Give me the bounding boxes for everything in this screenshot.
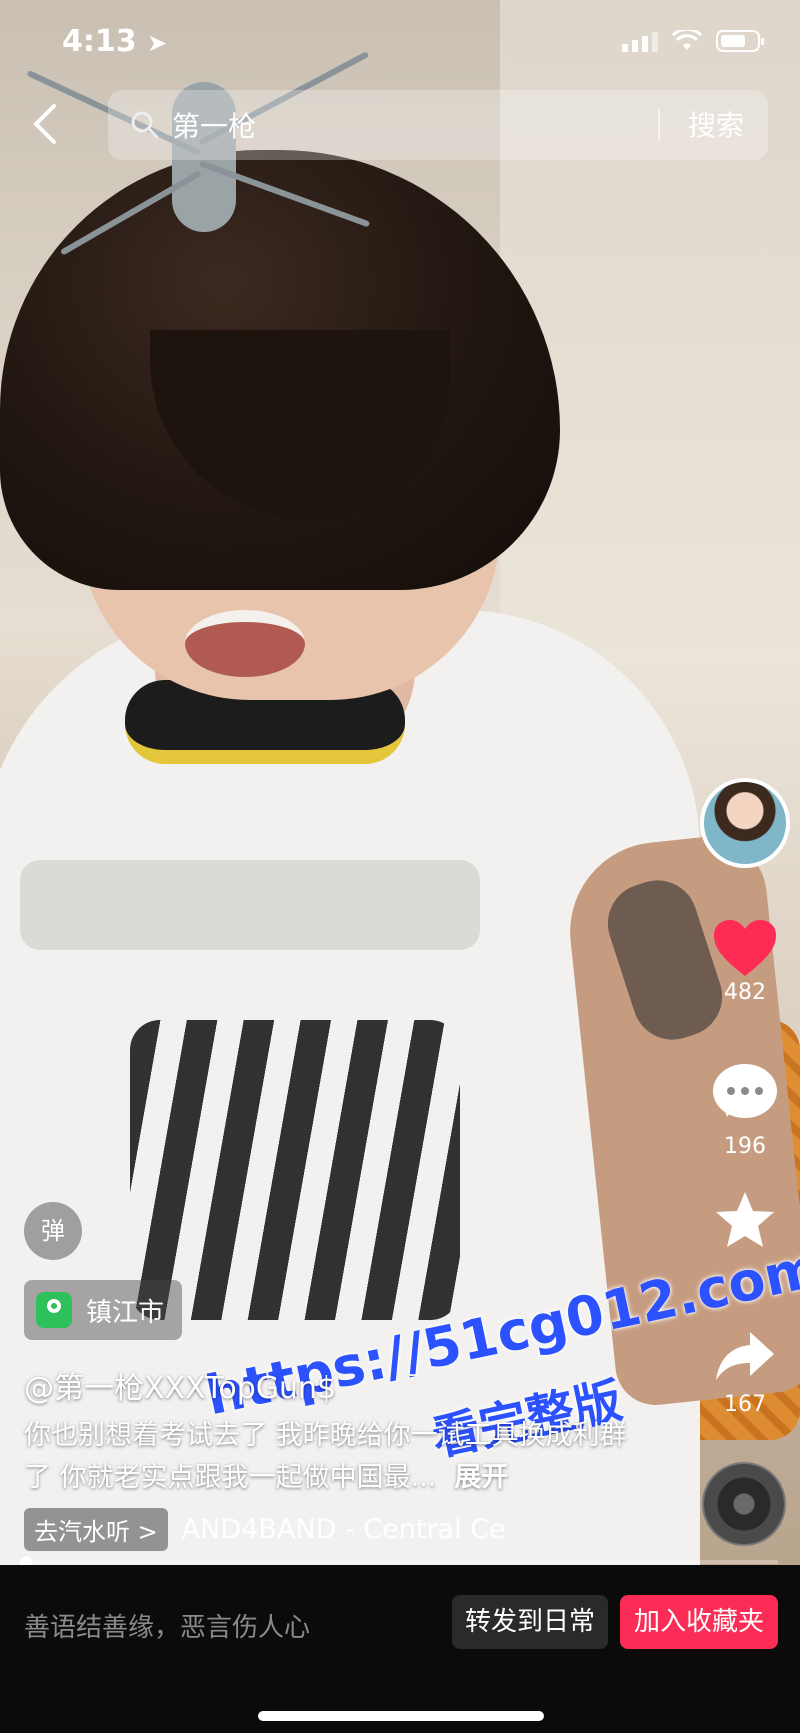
search-divider xyxy=(658,108,660,142)
like-count: 482 xyxy=(724,980,766,1005)
comment-count: 196 xyxy=(724,1134,766,1159)
search-input[interactable] xyxy=(170,107,634,143)
search-button[interactable]: 搜索 xyxy=(688,104,744,144)
music-row[interactable]: 去汽水听 > AND4BAND - Central Ce xyxy=(24,1508,506,1551)
description-text: 你也别想着考试去了 我昨晚给你一试工具换成利群了 你就老实点跟我一起做中国最..… xyxy=(24,1420,627,1493)
favorite-button[interactable] xyxy=(700,1190,790,1252)
status-icons xyxy=(622,30,764,52)
music-disc[interactable] xyxy=(702,1462,786,1546)
author-avatar[interactable] xyxy=(700,778,790,868)
share-count: 167 xyxy=(724,1392,766,1417)
shirt-print-glyph xyxy=(130,1020,460,1320)
shirt-print-box xyxy=(20,860,480,950)
go-listen-button[interactable]: 去汽水听 > xyxy=(24,1508,168,1551)
author-name[interactable]: @第一枪XXXTopGun$ xyxy=(24,1363,336,1407)
bottom-bar: 善语结善缘，恶言伤人心 转发到日常 加入收藏夹 xyxy=(0,1565,800,1733)
location-pin-icon xyxy=(36,1292,72,1328)
like-button[interactable]: 482 xyxy=(700,918,790,1005)
danmaku-toggle[interactable]: 弹 xyxy=(24,1202,82,1260)
comment-button[interactable]: 196 xyxy=(700,1056,790,1159)
post-description: 你也别想着考试去了 我昨晚给你一试工具换成利群了 你就老实点跟我一起做中国最..… xyxy=(24,1415,644,1499)
search-bar[interactable]: 搜索 xyxy=(108,90,768,160)
wifi-icon xyxy=(672,30,702,50)
search-icon xyxy=(131,111,159,139)
share-arrow-icon xyxy=(716,1332,774,1380)
video-progress-bar[interactable] xyxy=(22,1560,778,1564)
post-date: 月10日 xyxy=(395,1372,481,1402)
battery-icon xyxy=(716,30,764,52)
heart-icon xyxy=(714,920,776,976)
location-arrow-icon: ➤ xyxy=(147,29,168,57)
location-tag[interactable]: 镇江市 xyxy=(24,1280,183,1340)
home-indicator[interactable] xyxy=(258,1711,544,1721)
share-to-daily-button[interactable]: 转发到日常 xyxy=(452,1595,608,1649)
star-icon xyxy=(716,1192,774,1247)
add-to-favorites-button[interactable]: 加入收藏夹 xyxy=(620,1595,778,1649)
music-track: AND4BAND - Central Ce xyxy=(181,1514,506,1545)
comment-icon xyxy=(713,1064,777,1118)
mouth xyxy=(185,610,305,677)
location-label: 镇江市 xyxy=(86,1297,165,1328)
back-button[interactable] xyxy=(30,102,70,152)
share-button[interactable]: 167 xyxy=(700,1330,790,1417)
chevron-left-icon xyxy=(33,104,56,144)
expand-button[interactable]: 展开 xyxy=(454,1462,508,1493)
comment-input[interactable]: 善语结善缘，恶言伤人心 xyxy=(24,1607,310,1644)
status-time: 4:13 ➤ xyxy=(62,24,168,59)
cellular-signal-icon xyxy=(622,32,658,52)
